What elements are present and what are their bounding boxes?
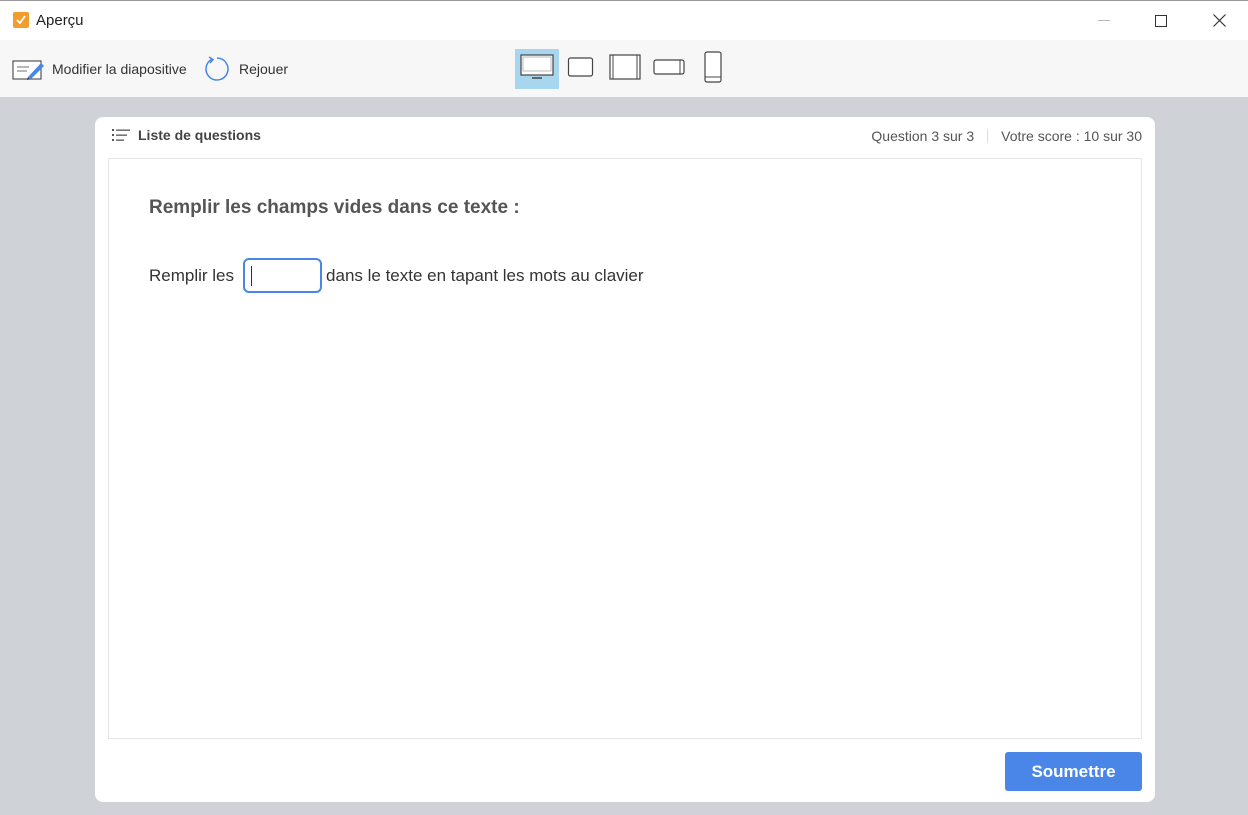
quiz-status: Question 3 sur 3 Votre score : 10 sur 30 (871, 128, 1142, 144)
question-title: Remplir les champs vides dans ce texte : (149, 197, 520, 218)
question-content: Remplir les champs vides dans ce texte :… (108, 158, 1142, 739)
blank-input[interactable] (243, 258, 323, 293)
app-checkbox-icon (13, 12, 29, 28)
replay-label: Rejouer (239, 60, 289, 77)
preview-window: Aperçu Modifier la diapositive Rejouer L… (0, 0, 1248, 815)
question-list-label: Liste de questions (138, 127, 261, 143)
device-switcher (515, 49, 735, 89)
minimize-button[interactable] (1075, 1, 1133, 40)
replay-icon (203, 55, 231, 83)
close-button[interactable] (1190, 1, 1248, 40)
text-before-blank: Remplir les (149, 265, 235, 285)
question-progress: Question 3 sur 3 (871, 128, 975, 144)
phone-landscape-icon (653, 58, 685, 81)
question-sentence: Remplir les dans le texte en tapant les … (149, 258, 644, 293)
list-icon (112, 129, 130, 141)
submit-button[interactable]: Soumettre (1005, 752, 1142, 791)
tablet-portrait-icon (609, 53, 641, 85)
text-caret (251, 266, 253, 286)
tablet-landscape-icon (567, 56, 595, 83)
device-phone-portrait-button[interactable] (691, 49, 735, 89)
text-after-blank: dans le texte en tapant les mots au clav… (326, 265, 644, 285)
device-tablet-landscape-button[interactable] (559, 49, 603, 89)
device-desktop-button[interactable] (515, 49, 559, 89)
maximize-button[interactable] (1132, 1, 1190, 40)
title-bar: Aperçu (0, 1, 1248, 40)
window-title: Aperçu (36, 12, 84, 29)
quiz-header: Liste de questions Question 3 sur 3 Votr… (95, 117, 1155, 157)
edit-slide-label: Modifier la diapositive (52, 60, 187, 77)
question-list-button[interactable]: Liste de questions (112, 127, 261, 143)
phone-portrait-icon (704, 50, 722, 88)
quiz-card: Liste de questions Question 3 sur 3 Votr… (95, 117, 1155, 802)
edit-slide-icon (12, 57, 44, 81)
device-phone-landscape-button[interactable] (647, 49, 691, 89)
score-text: Votre score : 10 sur 30 (1001, 128, 1142, 144)
status-divider (987, 129, 989, 143)
desktop-icon (520, 53, 554, 85)
device-tablet-portrait-button[interactable] (603, 49, 647, 89)
replay-button[interactable]: Rejouer (203, 40, 288, 97)
toolbar: Modifier la diapositive Rejouer (0, 40, 1248, 97)
edit-slide-button[interactable]: Modifier la diapositive (12, 40, 187, 97)
